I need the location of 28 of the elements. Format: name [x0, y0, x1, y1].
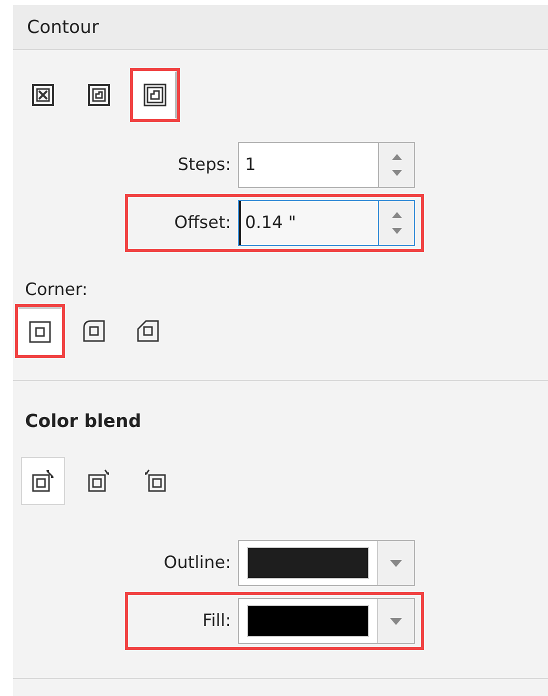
spin-up-icon[interactable]: [392, 212, 402, 218]
counterclockwise-blend-icon: [143, 469, 167, 493]
clockwise-blend-icon: [87, 469, 111, 493]
field-value: 0.14 ": [239, 201, 378, 245]
dropdown-arrow-icon: [390, 618, 402, 624]
field-label: Offset:: [173, 213, 232, 233]
bevel-corner-icon: [136, 319, 160, 343]
spin-down-icon[interactable]: [392, 228, 402, 234]
spin-up-icon[interactable]: [392, 154, 402, 160]
number-field[interactable]: 0.14 ": [238, 200, 415, 246]
field-label: Steps:: [176, 155, 232, 175]
spin-down-icon[interactable]: [392, 170, 402, 176]
contour-inside-icon: [87, 83, 111, 107]
panel-title: Contour: [13, 5, 548, 50]
contour-outside-icon: [142, 83, 166, 107]
color-dropdown[interactable]: [238, 540, 415, 586]
dropdown-arrow-icon: [390, 560, 402, 566]
number-field[interactable]: 1: [238, 142, 415, 188]
square-corner-icon: [28, 320, 52, 344]
field-label: Outline:: [162, 553, 232, 573]
color-dropdown[interactable]: [238, 598, 415, 644]
round-corner-icon: [82, 319, 106, 343]
section-label: Corner:: [24, 279, 89, 302]
linear-blend-icon: [31, 469, 55, 493]
contour-center-icon: [31, 83, 55, 107]
blend-button[interactable]: [21, 457, 65, 505]
field-label: Fill:: [202, 611, 232, 631]
section-title: Color blend: [24, 410, 142, 432]
